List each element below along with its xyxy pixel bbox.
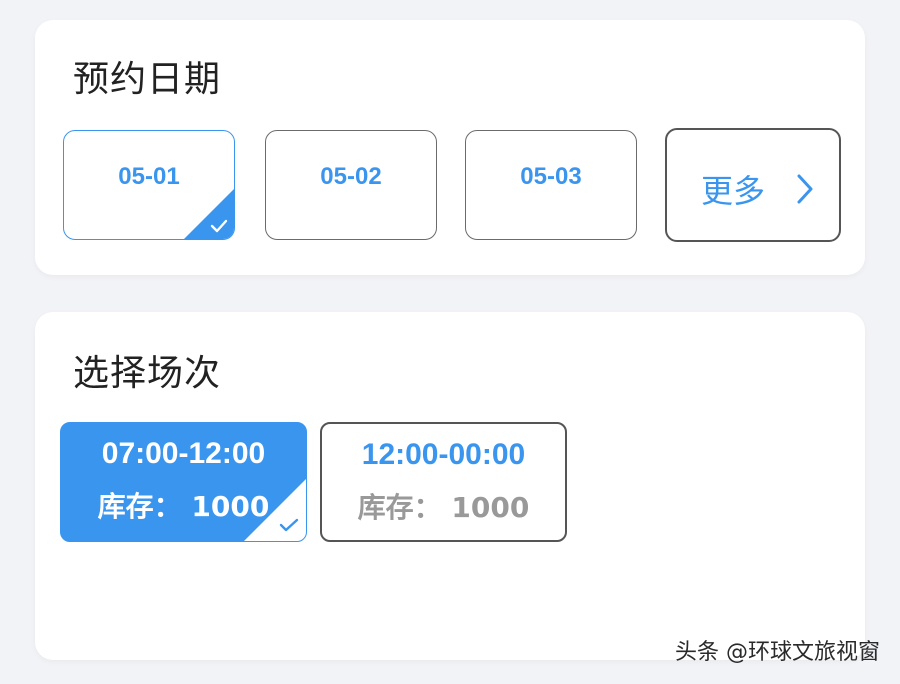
date-chip-05-02[interactable]: 05-02 — [265, 130, 437, 240]
session-time: 12:00-00:00 — [361, 438, 526, 471]
watermark: 头条 @环球文旅视窗 — [675, 640, 880, 665]
session-time: 07:00-12:00 — [101, 437, 266, 470]
chevron-right-icon — [797, 174, 813, 204]
session-section-title: 选择场次 — [73, 353, 222, 394]
session-chip-afternoon[interactable]: 12:00-00:00 库存： 1000 — [320, 422, 567, 542]
date-chip-label: 05-03 — [520, 163, 582, 190]
date-chip-label: 05-02 — [320, 163, 382, 190]
date-section-title: 预约日期 — [73, 59, 222, 100]
session-chip-morning[interactable]: 07:00-12:00 库存： 1000 — [60, 422, 307, 542]
session-stock: 库存： 1000 — [357, 491, 530, 524]
session-card: 选择场次 07:00-12:00 库存： 1000 12:00-00:00 库存… — [35, 312, 865, 660]
check-icon — [279, 518, 299, 532]
more-dates-button[interactable]: 更多 — [665, 128, 841, 242]
check-icon — [210, 219, 228, 233]
date-chip-label: 05-01 — [118, 163, 180, 190]
date-chip-05-03[interactable]: 05-03 — [465, 130, 637, 240]
date-chip-05-01[interactable]: 05-01 — [63, 130, 235, 240]
more-label: 更多 — [701, 172, 766, 210]
date-card: 预约日期 05-01 05-02 05-03 更多 — [35, 20, 865, 275]
